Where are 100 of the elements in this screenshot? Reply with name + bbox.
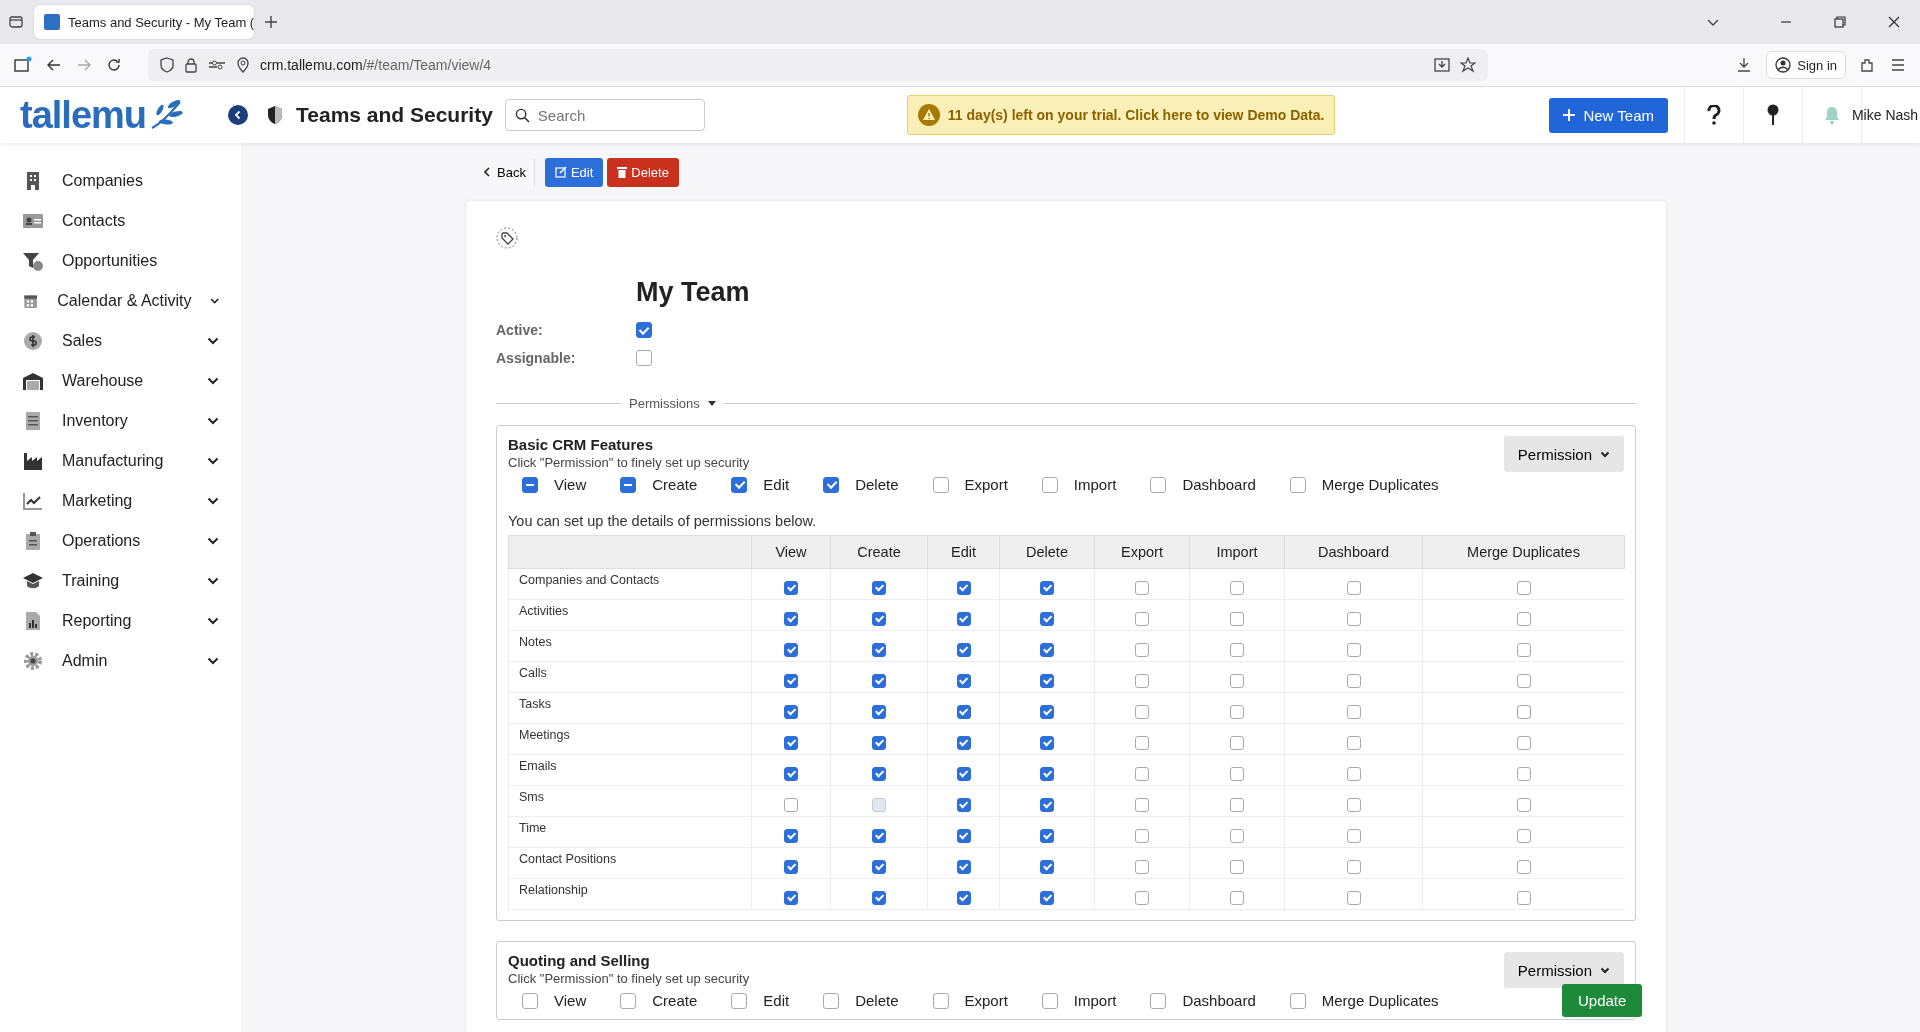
checkbox[interactable] (784, 611, 798, 626)
checkbox[interactable] (1040, 642, 1054, 657)
sidebar-item[interactable]: Calendar & Activity (0, 281, 241, 321)
update-button[interactable]: Update (1562, 984, 1643, 1017)
checkbox[interactable] (1230, 673, 1244, 688)
checkbox[interactable] (1230, 704, 1244, 719)
checkbox[interactable] (1040, 859, 1054, 874)
trial-banner[interactable]: 11 day(s) left on your trial. Click here to view Demo Data. (906, 95, 1336, 135)
chevron-down-icon[interactable] (209, 297, 219, 305)
sidebar-item[interactable]: Warehouse (0, 361, 241, 401)
checkbox[interactable] (872, 704, 886, 719)
sign-in-button[interactable]: Sign in (1766, 51, 1846, 79)
checkbox[interactable] (872, 673, 886, 688)
checkbox[interactable] (872, 580, 886, 595)
checkbox[interactable] (1516, 828, 1531, 843)
checkbox[interactable] (1346, 673, 1361, 688)
checkbox[interactable] (522, 476, 538, 493)
back-button[interactable]: Back (475, 158, 535, 186)
checkbox[interactable] (1346, 642, 1361, 657)
checkbox[interactable] (872, 828, 886, 843)
sidebar-item[interactable]: Operations (0, 521, 241, 561)
checkbox[interactable] (731, 992, 748, 1009)
checkbox[interactable] (956, 704, 971, 719)
checkbox[interactable] (784, 828, 798, 843)
sidebar-item[interactable]: Sales (0, 321, 241, 361)
checkbox[interactable] (784, 890, 798, 905)
checkbox[interactable] (872, 642, 886, 657)
new-team-button[interactable]: New Team (1549, 97, 1668, 133)
checkbox[interactable] (1135, 611, 1149, 626)
checkbox[interactable] (932, 476, 949, 493)
checkbox[interactable] (1040, 735, 1054, 750)
checkbox[interactable] (956, 642, 971, 657)
user-name[interactable]: Mike Nash (1843, 107, 1920, 123)
checkbox[interactable] (1230, 735, 1244, 750)
download-icon[interactable] (1736, 57, 1753, 73)
delete-button[interactable]: Delete (607, 157, 679, 187)
checkbox[interactable] (1040, 673, 1054, 688)
checkbox[interactable] (1135, 890, 1149, 905)
chevron-down-icon[interactable] (207, 457, 219, 465)
sidebar-item[interactable]: Contacts (0, 201, 241, 241)
checkbox[interactable] (1516, 704, 1531, 719)
edit-button[interactable]: Edit (544, 157, 604, 187)
checkbox[interactable] (1346, 890, 1361, 905)
collapse-sidebar-button[interactable] (228, 105, 248, 125)
sidebar-item[interactable]: Inventory (0, 401, 241, 441)
checkbox[interactable] (1230, 766, 1244, 781)
checkbox[interactable] (872, 890, 886, 905)
chevron-down-icon[interactable] (207, 417, 219, 425)
checkbox[interactable] (1516, 580, 1531, 595)
checkbox[interactable] (872, 766, 886, 781)
chevron-down-icon[interactable] (207, 497, 219, 505)
sidebar-item[interactable]: Companies (0, 161, 241, 201)
checkbox[interactable] (1040, 704, 1054, 719)
help-icon[interactable] (1707, 105, 1721, 125)
sidebar-item[interactable]: Manufacturing (0, 441, 241, 481)
checkbox[interactable] (1346, 580, 1361, 595)
chevron-down-icon[interactable] (207, 657, 219, 665)
chevron-down-icon[interactable] (207, 537, 219, 545)
checkbox[interactable] (1135, 704, 1149, 719)
checkbox[interactable] (731, 476, 748, 493)
pin-icon[interactable] (1766, 104, 1780, 126)
checkbox[interactable] (1230, 642, 1244, 657)
close-icon[interactable] (1888, 16, 1900, 28)
checkbox[interactable] (1041, 476, 1058, 493)
checkbox[interactable] (1040, 890, 1054, 905)
checkbox[interactable] (956, 611, 971, 626)
address-bar[interactable]: crm.tallemu.com/#/team/Team/view/4 (148, 49, 1488, 81)
search-field[interactable]: Search (504, 99, 705, 131)
save-page-icon[interactable] (1434, 57, 1450, 73)
sidebar-item[interactable]: Opportunities (0, 241, 241, 281)
restore-icon[interactable] (1834, 16, 1846, 28)
extensions-icon[interactable] (1860, 57, 1876, 73)
sidebar-item[interactable]: Training (0, 561, 241, 601)
checkbox[interactable] (1135, 642, 1149, 657)
checkbox[interactable] (1040, 828, 1054, 843)
checkbox[interactable] (1135, 859, 1149, 874)
checkbox[interactable] (956, 797, 971, 812)
checkbox[interactable] (872, 859, 886, 874)
sidebar-item[interactable]: Admin (0, 641, 241, 681)
tab-list-icon[interactable] (8, 14, 24, 30)
chevron-down-icon[interactable] (207, 577, 219, 585)
checkbox[interactable] (1040, 766, 1054, 781)
permissions-icon[interactable] (208, 58, 226, 72)
checkbox[interactable] (636, 350, 652, 366)
browser-tab[interactable]: Teams and Security - My Team ( (34, 5, 254, 39)
reload-icon[interactable] (106, 57, 122, 73)
checkbox[interactable] (784, 642, 798, 657)
checkbox[interactable] (1346, 859, 1361, 874)
checkbox[interactable] (1230, 859, 1244, 874)
checkbox[interactable] (784, 797, 798, 812)
checkbox[interactable] (1346, 735, 1361, 750)
checkbox[interactable] (1230, 611, 1244, 626)
checkbox[interactable] (1346, 828, 1361, 843)
checkbox[interactable] (1135, 580, 1149, 595)
checkbox[interactable] (1346, 704, 1361, 719)
menu-icon[interactable] (1890, 57, 1906, 73)
checkbox[interactable] (620, 992, 637, 1009)
sidebar-item[interactable]: Marketing (0, 481, 241, 521)
checkbox[interactable] (1040, 611, 1054, 626)
checkbox[interactable] (1230, 580, 1244, 595)
